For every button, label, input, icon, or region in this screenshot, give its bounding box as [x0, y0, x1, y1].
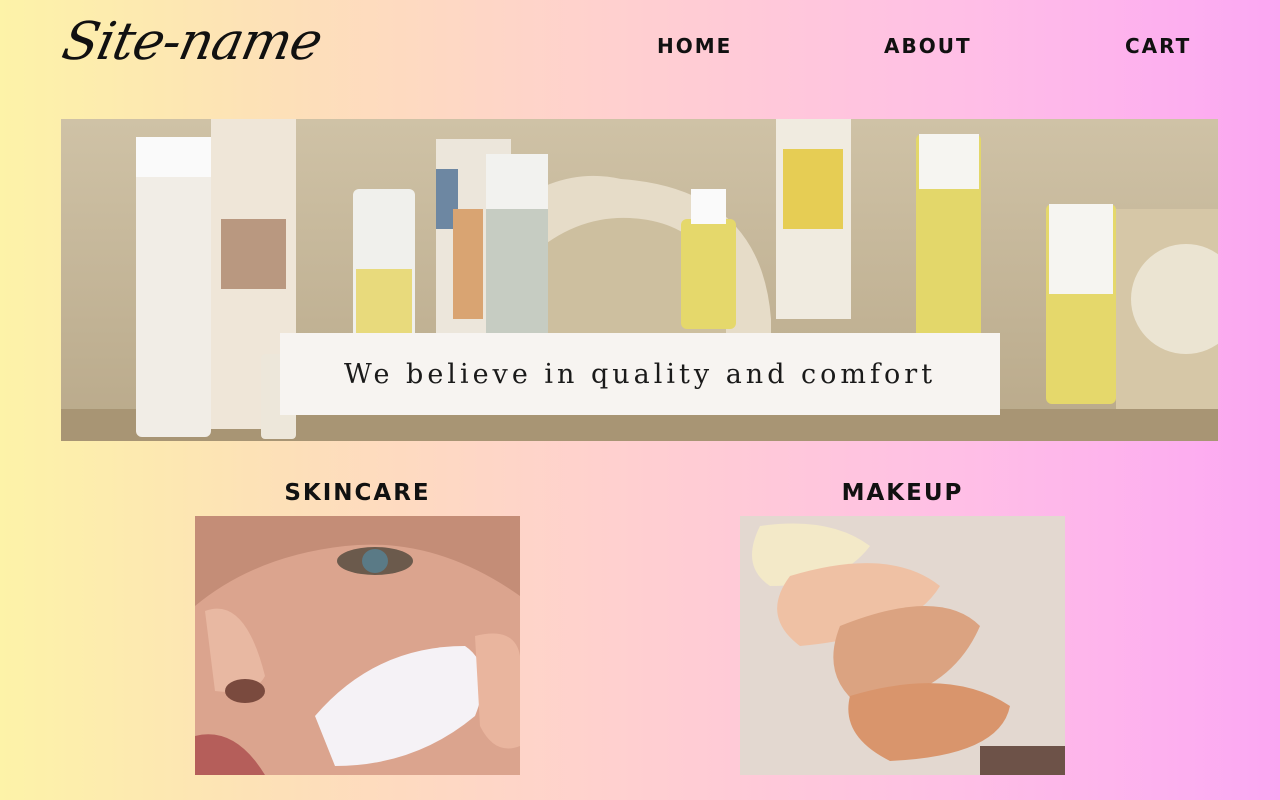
nav-cart-link[interactable]: CART [1125, 34, 1191, 58]
nav-about-link[interactable]: ABOUT [884, 34, 972, 58]
makeup-title[interactable]: MAKEUP [740, 480, 1065, 506]
hero-tagline-box: We believe in quality and comfort [280, 333, 1000, 415]
skincare-title[interactable]: SKINCARE [195, 480, 520, 506]
skincare-photo [195, 516, 520, 775]
skincare-image[interactable] [195, 516, 520, 775]
makeup-photo [740, 516, 1065, 775]
nav-home-link[interactable]: HOME [657, 34, 732, 58]
hero-tagline: We believe in quality and comfort [343, 358, 937, 390]
site-logo[interactable]: Site-name [57, 12, 327, 72]
makeup-image[interactable] [740, 516, 1065, 775]
